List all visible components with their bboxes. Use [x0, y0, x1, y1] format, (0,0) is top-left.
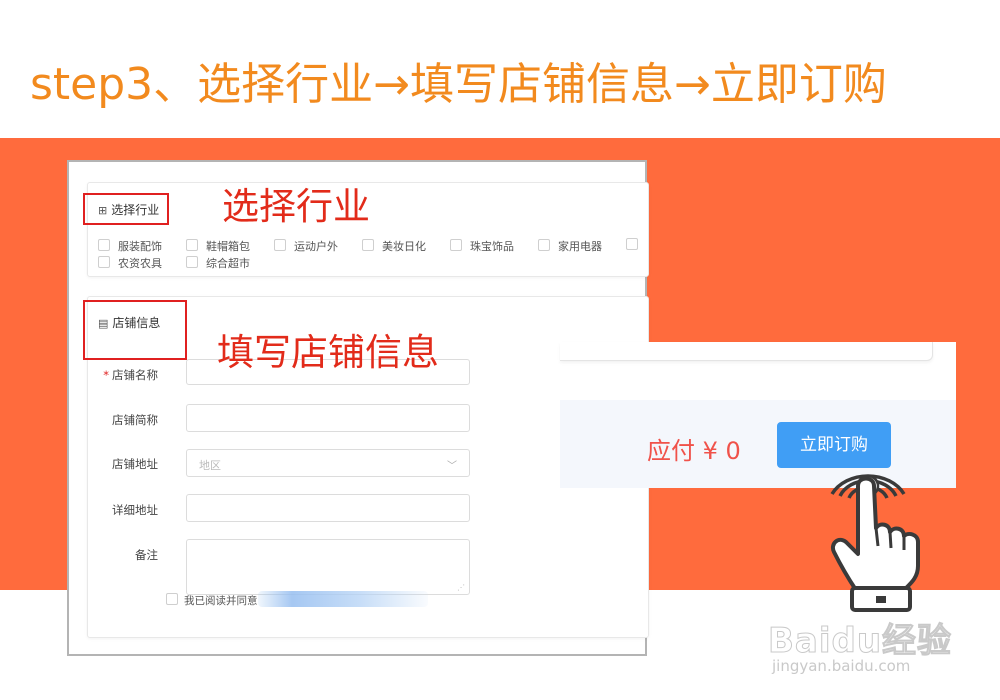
checkbox-icon [186, 256, 198, 268]
chevron-down-icon: ﹀ [447, 461, 457, 472]
remark-label: 备注 [135, 548, 158, 562]
checkbox-icon [450, 239, 462, 251]
store-name-label: * 店铺名称 [103, 368, 158, 382]
watermark-logo: Baidu经验 [767, 621, 953, 662]
industry-checkbox[interactable]: 家用电器 [538, 238, 602, 254]
baidu-jingyan-watermark: Baidu经验 jingyan.baidu.com [767, 613, 988, 683]
industry-checkbox[interactable]: 综合超市 [186, 255, 250, 271]
agreement-checkbox[interactable]: 我已阅读并同意 [166, 593, 258, 608]
industry-checkbox[interactable]: 服装配饰 [98, 238, 162, 254]
detail-address-input[interactable] [186, 494, 470, 522]
required-mark: * [103, 368, 109, 382]
checkbox-icon [98, 239, 110, 251]
resize-grip-icon: ⋰ [457, 583, 465, 592]
checkbox-icon [626, 238, 638, 250]
store-address-label: 店铺地址 [112, 457, 158, 471]
select-industry-annotation: 选择行业 [222, 185, 370, 228]
checkbox-icon [274, 239, 286, 251]
store-address-select[interactable]: 地区 ﹀ [186, 449, 470, 477]
watermark-url: jingyan.baidu.com [772, 657, 911, 675]
detail-address-label: 详细地址 [112, 503, 158, 517]
checkbox-icon [98, 256, 110, 268]
industry-highlight-box [83, 193, 169, 225]
blurred-agreement-link [258, 591, 428, 607]
checkbox-icon [362, 239, 374, 251]
store-info-highlight-box [83, 300, 187, 360]
store-short-name-input[interactable] [186, 404, 470, 432]
industry-checkbox[interactable]: 鞋帽箱包 [186, 238, 250, 254]
checkbox-icon [538, 239, 550, 251]
industry-checkbox[interactable]: 农资农具 [98, 255, 162, 271]
hand-pointer-icon [830, 474, 920, 612]
amount-due: 应付 ¥ 0 [647, 437, 741, 465]
industry-checkbox[interactable]: 美妆日化 [362, 238, 426, 254]
industry-checkbox[interactable]: 珠宝饰品 [450, 238, 514, 254]
remark-textarea[interactable]: ⋰ [186, 539, 470, 595]
address-placeholder: 地区 [199, 459, 221, 472]
order-card-edge [560, 342, 933, 361]
checkbox-icon [186, 239, 198, 251]
store-short-name-label: 店铺简称 [112, 413, 158, 427]
step-heading: step3、选择行业→填写店铺信息→立即订购 [30, 59, 887, 110]
industry-checkbox-partial[interactable] [626, 238, 646, 252]
fill-store-info-annotation: 填写店铺信息 [217, 331, 439, 374]
checkbox-icon [166, 593, 178, 605]
industry-checkbox[interactable]: 运动户外 [274, 238, 338, 254]
